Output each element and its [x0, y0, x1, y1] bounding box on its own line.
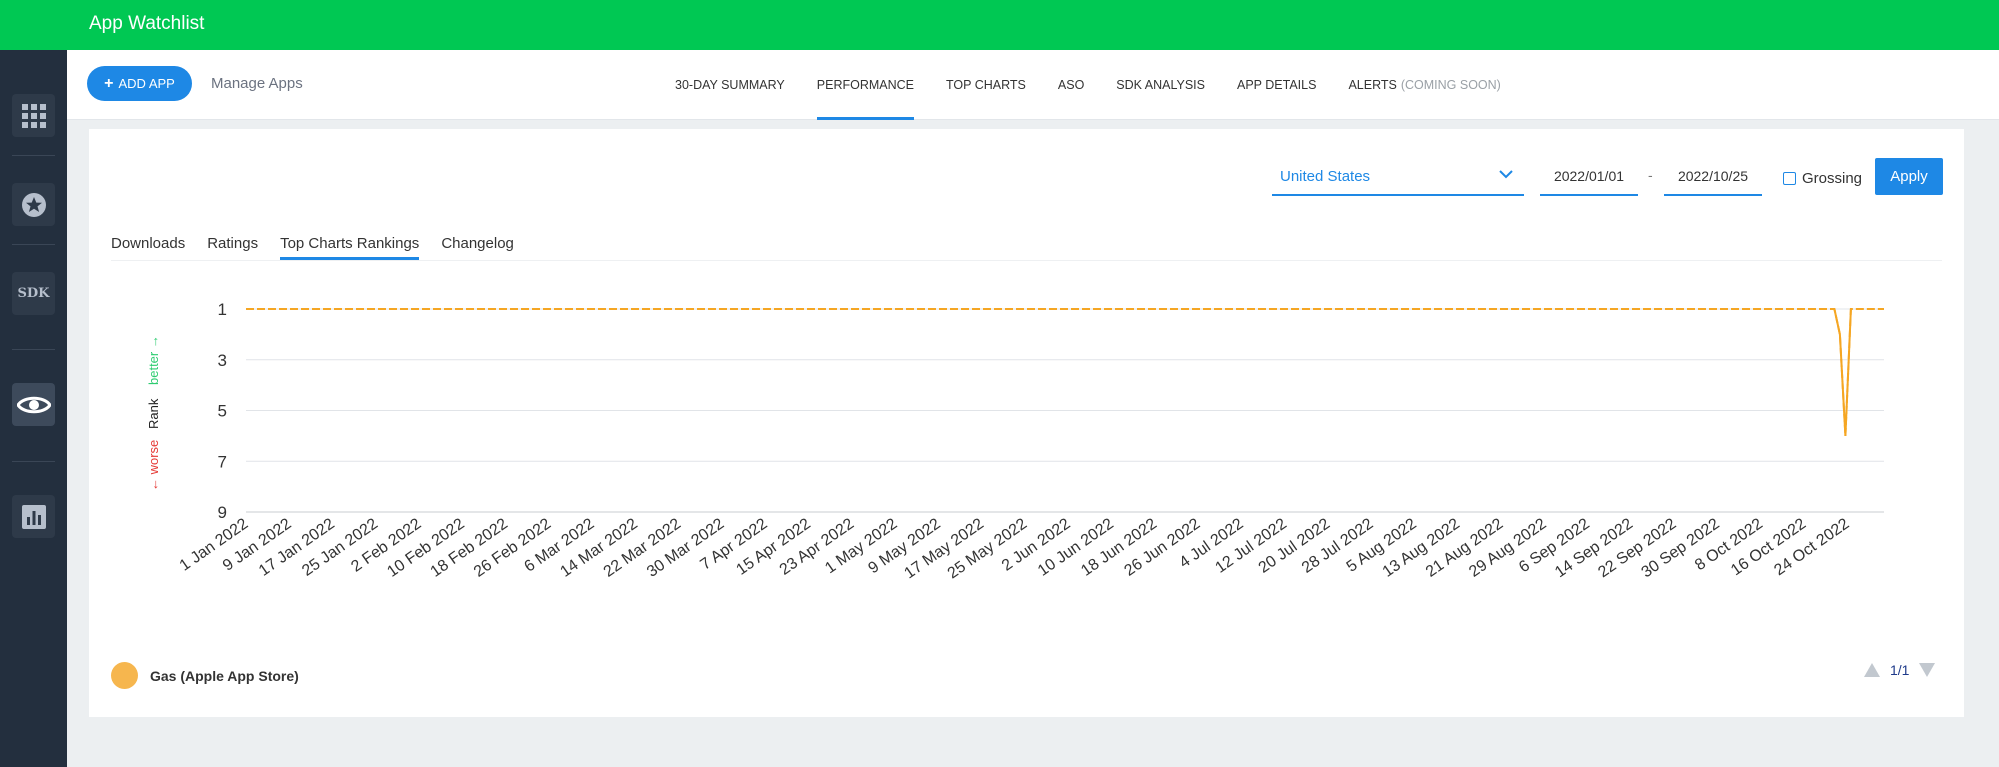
add-app-label: ADD APP: [118, 76, 175, 91]
tab-performance[interactable]: PERFORMANCE: [801, 50, 930, 120]
ylabel-worse: ← worse: [146, 440, 161, 491]
tab-sdk-analysis[interactable]: SDK ANALYSIS: [1100, 50, 1221, 120]
y-tick-label: 1: [218, 300, 227, 319]
tab-30-day-summary[interactable]: 30-DAY SUMMARY: [659, 50, 801, 120]
tab-aso[interactable]: ASO: [1042, 50, 1100, 120]
legend-pager: 1/1: [1864, 662, 1936, 678]
legend-label[interactable]: Gas (Apple App Store): [150, 668, 299, 684]
series-line: [246, 308, 1884, 436]
sidebar-item-reports[interactable]: [12, 495, 55, 538]
sdk-icon: SDK: [17, 286, 50, 301]
grid-icon: [21, 103, 46, 128]
pager-text: 1/1: [1890, 662, 1910, 678]
manage-apps-link[interactable]: Manage Apps: [211, 75, 303, 92]
nav-bar: + ADD APP Manage Apps 30-DAY SUMMARY PER…: [67, 50, 1999, 120]
plus-icon: +: [104, 74, 114, 92]
app-title: App Watchlist: [89, 13, 205, 34]
main-tabs: 30-DAY SUMMARY PERFORMANCE TOP CHARTS AS…: [659, 50, 1517, 120]
sidebar-item-apps-grid[interactable]: [12, 94, 55, 137]
star-icon: [21, 192, 46, 217]
ylabel-better: better →: [146, 335, 161, 385]
tab-alerts[interactable]: ALERTS (COMING SOON): [1332, 50, 1516, 120]
x-tick-label: 24 Oct 2022: [1771, 515, 1852, 579]
performance-card: United States 2022/01/01 - 2022/10/25 Gr…: [89, 129, 1964, 717]
add-app-button[interactable]: + ADD APP: [87, 66, 192, 101]
eye-icon: [16, 396, 51, 413]
ylabel-rank: Rank: [146, 398, 161, 429]
top-bar: App Watchlist: [67, 0, 1999, 50]
rank-chart: 13579 1 Jan 20229 Jan 202217 Jan 202225 …: [146, 300, 1884, 582]
y-tick-label: 7: [218, 452, 227, 471]
y-tick-label: 9: [218, 503, 227, 522]
sidebar-logo-area: [0, 0, 67, 50]
sidebar-item-top-charts[interactable]: [12, 183, 55, 226]
sidebar-item-watchlist[interactable]: [12, 383, 55, 426]
pager-down-icon[interactable]: [1919, 663, 1936, 677]
tab-top-charts[interactable]: TOP CHARTS: [930, 50, 1042, 120]
tab-alerts-suffix: (COMING SOON): [1400, 78, 1501, 92]
y-tick-label: 3: [218, 351, 227, 370]
bar-chart-icon: [21, 504, 46, 529]
sidebar: SDK: [0, 0, 67, 767]
tab-alerts-label: ALERTS: [1348, 78, 1397, 92]
sidebar-item-sdk[interactable]: SDK: [12, 272, 55, 315]
legend-color-dot[interactable]: [111, 662, 138, 689]
series-dip-segment: [1833, 308, 1852, 436]
pager-up-icon[interactable]: [1864, 663, 1880, 677]
tab-app-details[interactable]: APP DETAILS: [1221, 50, 1332, 120]
y-tick-label: 5: [218, 402, 227, 421]
